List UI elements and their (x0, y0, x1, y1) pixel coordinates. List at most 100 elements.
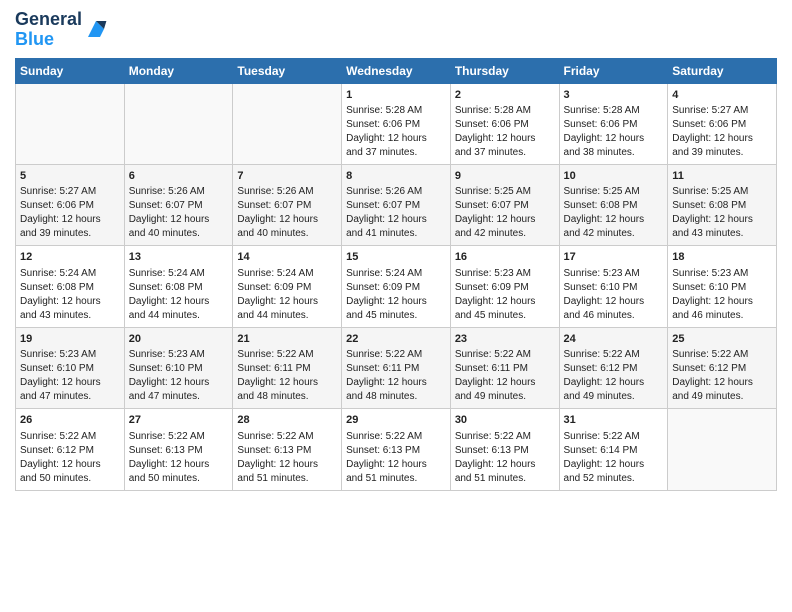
day-info-line: Daylight: 12 hours (237, 376, 337, 390)
day-cell: 2Sunrise: 5:28 AMSunset: 6:06 PMDaylight… (450, 83, 559, 164)
day-info-line: and 42 minutes. (564, 227, 664, 241)
day-info-line: and 44 minutes. (237, 309, 337, 323)
day-info-line: Sunset: 6:13 PM (237, 444, 337, 458)
day-info-line: Sunset: 6:08 PM (20, 281, 120, 295)
day-info-line: and 50 minutes. (20, 472, 120, 486)
day-info-line: Daylight: 12 hours (20, 458, 120, 472)
day-cell: 1Sunrise: 5:28 AMSunset: 6:06 PMDaylight… (342, 83, 451, 164)
day-info-line: Daylight: 12 hours (455, 295, 555, 309)
day-number: 11 (672, 169, 772, 184)
day-info-line: Daylight: 12 hours (346, 213, 446, 227)
day-info-line: Sunset: 6:07 PM (237, 199, 337, 213)
day-info-line: Sunrise: 5:25 AM (672, 185, 772, 199)
day-info-line: and 48 minutes. (346, 390, 446, 404)
day-number: 7 (237, 169, 337, 184)
day-number: 5 (20, 169, 120, 184)
day-info-line: and 49 minutes. (564, 390, 664, 404)
day-info-line: Sunset: 6:12 PM (20, 444, 120, 458)
day-info-line: and 47 minutes. (129, 390, 229, 404)
day-info-line: Daylight: 12 hours (672, 295, 772, 309)
day-cell: 24Sunrise: 5:22 AMSunset: 6:12 PMDayligh… (559, 327, 668, 408)
day-info-line: Daylight: 12 hours (237, 295, 337, 309)
day-info-line: Daylight: 12 hours (129, 213, 229, 227)
day-info-line: Sunrise: 5:23 AM (20, 348, 120, 362)
day-info-line: and 49 minutes. (455, 390, 555, 404)
day-info-line: Sunrise: 5:23 AM (129, 348, 229, 362)
day-number: 26 (20, 413, 120, 428)
day-info-line: Daylight: 12 hours (237, 213, 337, 227)
day-info-line: Sunrise: 5:22 AM (346, 430, 446, 444)
day-cell: 31Sunrise: 5:22 AMSunset: 6:14 PMDayligh… (559, 409, 668, 490)
day-info-line: and 51 minutes. (455, 472, 555, 486)
day-info-line: Sunset: 6:12 PM (564, 362, 664, 376)
day-info-line: Sunset: 6:09 PM (346, 281, 446, 295)
day-info-line: and 48 minutes. (237, 390, 337, 404)
day-info-line: Sunset: 6:07 PM (129, 199, 229, 213)
day-info-line: Sunset: 6:13 PM (129, 444, 229, 458)
day-info-line: and 42 minutes. (455, 227, 555, 241)
day-info-line: Sunset: 6:08 PM (564, 199, 664, 213)
day-info-line: Sunset: 6:06 PM (672, 118, 772, 132)
day-cell: 15Sunrise: 5:24 AMSunset: 6:09 PMDayligh… (342, 246, 451, 327)
day-info-line: Sunset: 6:11 PM (237, 362, 337, 376)
day-info-line: Sunset: 6:08 PM (672, 199, 772, 213)
day-info-line: Daylight: 12 hours (564, 132, 664, 146)
day-info-line: and 51 minutes. (346, 472, 446, 486)
logo-icon (84, 17, 108, 41)
day-info-line: and 43 minutes. (20, 309, 120, 323)
day-info-line: Daylight: 12 hours (672, 132, 772, 146)
day-info-line: and 45 minutes. (346, 309, 446, 323)
day-number: 16 (455, 250, 555, 265)
day-info-line: Sunset: 6:13 PM (455, 444, 555, 458)
day-number: 19 (20, 332, 120, 347)
day-cell: 3Sunrise: 5:28 AMSunset: 6:06 PMDaylight… (559, 83, 668, 164)
day-number: 25 (672, 332, 772, 347)
day-info-line: Sunset: 6:08 PM (129, 281, 229, 295)
day-number: 15 (346, 250, 446, 265)
day-cell: 17Sunrise: 5:23 AMSunset: 6:10 PMDayligh… (559, 246, 668, 327)
day-cell: 14Sunrise: 5:24 AMSunset: 6:09 PMDayligh… (233, 246, 342, 327)
day-info-line: Sunrise: 5:26 AM (129, 185, 229, 199)
day-info-line: Daylight: 12 hours (564, 376, 664, 390)
day-info-line: Sunset: 6:07 PM (455, 199, 555, 213)
day-cell: 18Sunrise: 5:23 AMSunset: 6:10 PMDayligh… (668, 246, 777, 327)
day-info-line: Daylight: 12 hours (672, 376, 772, 390)
day-cell: 16Sunrise: 5:23 AMSunset: 6:09 PMDayligh… (450, 246, 559, 327)
day-info-line: Sunset: 6:10 PM (564, 281, 664, 295)
calendar-table: SundayMondayTuesdayWednesdayThursdayFrid… (15, 58, 777, 491)
day-info-line: Daylight: 12 hours (672, 213, 772, 227)
day-info-line: and 39 minutes. (20, 227, 120, 241)
logo: GeneralBlue (15, 10, 108, 50)
day-info-line: Sunrise: 5:22 AM (455, 348, 555, 362)
day-info-line: Daylight: 12 hours (455, 213, 555, 227)
day-info-line: Sunset: 6:06 PM (564, 118, 664, 132)
day-info-line: Daylight: 12 hours (564, 213, 664, 227)
day-info-line: Sunrise: 5:22 AM (346, 348, 446, 362)
header: GeneralBlue (15, 10, 777, 50)
day-info-line: and 46 minutes. (564, 309, 664, 323)
day-number: 27 (129, 413, 229, 428)
day-cell: 13Sunrise: 5:24 AMSunset: 6:08 PMDayligh… (124, 246, 233, 327)
day-number: 12 (20, 250, 120, 265)
day-cell: 6Sunrise: 5:26 AMSunset: 6:07 PMDaylight… (124, 164, 233, 245)
day-number: 2 (455, 88, 555, 103)
day-number: 22 (346, 332, 446, 347)
day-cell: 12Sunrise: 5:24 AMSunset: 6:08 PMDayligh… (16, 246, 125, 327)
week-row-1: 1Sunrise: 5:28 AMSunset: 6:06 PMDaylight… (16, 83, 777, 164)
day-number: 21 (237, 332, 337, 347)
day-cell: 28Sunrise: 5:22 AMSunset: 6:13 PMDayligh… (233, 409, 342, 490)
day-info-line: and 52 minutes. (564, 472, 664, 486)
header-cell-tuesday: Tuesday (233, 58, 342, 83)
day-info-line: Daylight: 12 hours (455, 132, 555, 146)
header-row: SundayMondayTuesdayWednesdayThursdayFrid… (16, 58, 777, 83)
day-cell: 11Sunrise: 5:25 AMSunset: 6:08 PMDayligh… (668, 164, 777, 245)
week-row-4: 19Sunrise: 5:23 AMSunset: 6:10 PMDayligh… (16, 327, 777, 408)
day-info-line: Sunrise: 5:23 AM (672, 267, 772, 281)
week-row-5: 26 Sunrise: 5:22 AM Sunset: 6:12 PMDayligh… (16, 409, 777, 490)
day-info-line: Sunrise: 5:22 AM (455, 430, 555, 444)
day-info-line: Sunrise: 5:22 AM (564, 348, 664, 362)
day-number: 17 (564, 250, 664, 265)
header-cell-saturday: Saturday (668, 58, 777, 83)
day-info-line: Sunrise: 5:28 AM (346, 104, 446, 118)
page-container: GeneralBlue SundayMondayTuesdayWednesday… (0, 0, 792, 501)
